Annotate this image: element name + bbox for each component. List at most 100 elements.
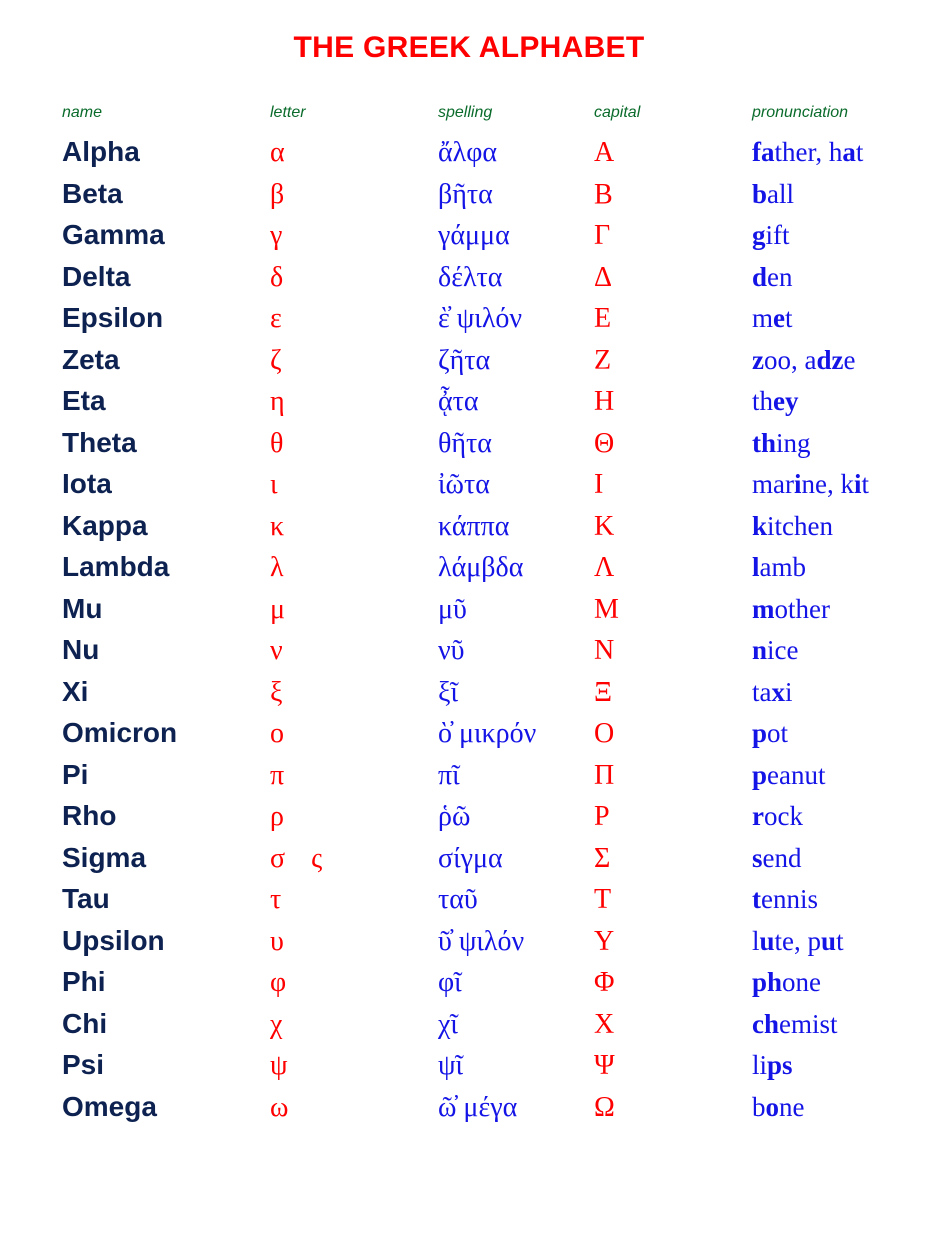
letter-name: Zeta: [62, 343, 120, 375]
lowercase-letter: ξ: [208, 678, 378, 720]
letter-name: Epsilon: [62, 302, 164, 333]
greek-spelling: γάμμα: [438, 220, 510, 251]
table-row: Upsilon υ ῦ̓ ψιλόν Υlute, put: [0, 924, 938, 969]
capital-letter: Ψ: [594, 1050, 615, 1081]
lowercase-letter-primary: τ: [270, 884, 282, 915]
letter-name: Iota: [62, 468, 112, 499]
pronunciation-example: taxi: [752, 676, 793, 707]
table-body: Alpha α ἄλφα Αfather, hat Beta β βῆτα Βball Gamm…: [0, 138, 938, 1134]
capital-letter: Μ: [594, 593, 619, 625]
lowercase-letter: ρ: [208, 802, 378, 844]
greek-spelling: ξῖ: [438, 676, 459, 708]
pronunciation-example: marine, kit: [752, 469, 870, 499]
pronunciation-example: pot: [752, 718, 789, 748]
table-row: Phi φ φῖ Φphone: [0, 968, 938, 1010]
capital-letter: Δ: [594, 261, 613, 293]
greek-alphabet-table: name letter spelling capital pronunciati…: [0, 104, 938, 1134]
lowercase-letter: κ: [208, 512, 378, 554]
greek-alphabet-page: THE GREEK ALPHABET name letter spelling …: [0, 0, 938, 1250]
pronunciation-example: met: [752, 303, 793, 333]
lowercase-letter: ζ: [208, 346, 378, 388]
capital-letter: Ρ: [594, 801, 610, 832]
greek-spelling: ὸ̓ μικρόν: [438, 718, 537, 749]
greek-spelling: κάππα: [438, 510, 510, 542]
capital-letter: Λ: [594, 552, 615, 583]
lowercase-letter-primary: ζ: [270, 344, 282, 376]
pronunciation-example: peanut: [752, 759, 826, 790]
table-row: Theta θ θῆτα Θthing: [0, 427, 938, 471]
lowercase-letter: λ: [208, 553, 378, 595]
pronunciation-example: thing: [752, 427, 811, 458]
pronunciation-example: send: [752, 842, 802, 873]
table-row: Iota ι ἰῶτα Ιmarine, kit: [0, 470, 938, 512]
greek-spelling: ψῖ: [438, 1050, 464, 1081]
pronunciation-example: kitchen: [752, 510, 834, 541]
letter-name: Tau: [62, 883, 110, 914]
letter-name: Xi: [62, 675, 89, 707]
capital-letter: Υ: [594, 925, 615, 957]
table-row: Lambda λ λάμβδα Λlamb: [0, 553, 938, 595]
lowercase-letter-primary: α: [270, 137, 285, 168]
column-header-name: name: [62, 104, 103, 121]
greek-spelling: θῆτα: [438, 427, 492, 459]
capital-letter: Π: [594, 759, 615, 791]
lowercase-letter-primary: θ: [270, 427, 284, 459]
lowercase-letter: χ: [208, 1010, 378, 1052]
lowercase-letter-primary: ξ: [270, 676, 283, 708]
lowercase-letter-primary: χ: [270, 1008, 283, 1040]
capital-letter: Η: [594, 386, 615, 417]
lowercase-letter: ο: [208, 719, 378, 761]
lowercase-letter: α: [208, 138, 378, 180]
pronunciation-example: den: [752, 261, 793, 292]
letter-name: Omicron: [62, 717, 178, 748]
capital-letter: Ε: [594, 303, 612, 334]
capital-letter: Ω: [594, 1091, 615, 1123]
greek-spelling: λάμβδα: [438, 552, 524, 583]
table-row: Alpha α ἄλφα Αfather, hat: [0, 138, 938, 180]
letter-name: Sigma: [62, 841, 147, 873]
letter-name: Beta: [62, 177, 123, 209]
table-row: Gamma γ γάμμα Γgift: [0, 221, 938, 263]
greek-spelling: μῦ: [438, 593, 467, 625]
greek-spelling: ταῦ: [438, 884, 478, 915]
lowercase-letter-primary: ψ: [270, 1050, 288, 1081]
column-header-spelling: spelling: [438, 104, 493, 121]
greek-spelling: ῶ̓ μέγα: [438, 1091, 518, 1123]
pronunciation-example: tennis: [752, 884, 818, 914]
table-header-row: name letter spelling capital pronunciati…: [0, 104, 938, 138]
pronunciation-example: bone: [752, 1091, 805, 1122]
letter-name: Upsilon: [62, 924, 165, 956]
lowercase-letter-primary: π: [270, 759, 285, 791]
table-row: Nu ν νῦ Νnice: [0, 636, 938, 678]
greek-spelling: πῖ: [438, 759, 460, 791]
lowercase-letter: θ: [208, 429, 378, 471]
letter-name: Eta: [62, 385, 106, 416]
lowercase-letter-primary: ο: [270, 718, 284, 749]
capital-letter: Γ: [594, 220, 611, 251]
lowercase-letter-primary: ω: [270, 1091, 289, 1123]
lowercase-letter-primary: λ: [270, 552, 284, 583]
greek-spelling: χῖ: [438, 1008, 458, 1040]
letter-name: Gamma: [62, 219, 165, 250]
greek-spelling: ἰῶτα: [438, 469, 490, 500]
pronunciation-example: nice: [752, 635, 799, 665]
lowercase-letter: ω: [208, 1093, 378, 1135]
greek-spelling: ᾆτα: [438, 386, 479, 417]
greek-spelling: ἄλφα: [438, 137, 498, 168]
table-row: Delta δ δέλτα Δden: [0, 261, 938, 305]
letter-name: Rho: [62, 800, 117, 831]
letter-name: Chi: [62, 1007, 108, 1039]
greek-spelling: ὲ̓ ψιλόν: [438, 303, 523, 334]
lowercase-letter: υ: [208, 927, 378, 969]
lowercase-letter-primary: ρ: [270, 801, 284, 832]
lowercase-letter-primary: δ: [270, 261, 284, 293]
table-row: Eta η ᾆτα Ηthey: [0, 387, 938, 429]
column-header-letter: letter: [270, 104, 306, 121]
table-row: Psi ψ ψῖ Ψlips: [0, 1051, 938, 1093]
pronunciation-example: lute, put: [752, 925, 844, 956]
lowercase-letter: ψ: [208, 1051, 378, 1093]
greek-spelling: βῆτα: [438, 178, 493, 210]
table-row: Tau τ ταῦ Τtennis: [0, 885, 938, 927]
lowercase-letter: β: [208, 180, 378, 222]
lowercase-letter-primary: η: [270, 386, 285, 417]
